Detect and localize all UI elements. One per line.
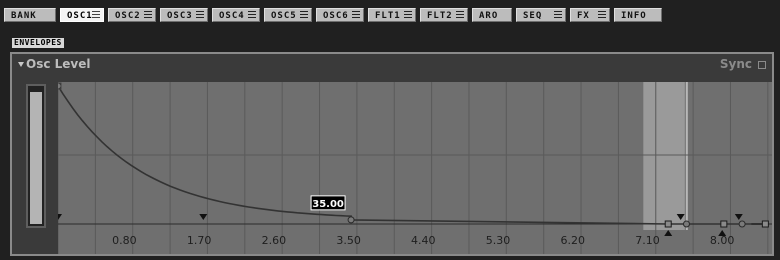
tab-osc3[interactable]: OSC3	[160, 8, 208, 22]
tab-label: OSC2	[115, 11, 141, 21]
tab-label: SEQ	[523, 11, 543, 21]
x-tick-label: 1.70	[187, 234, 212, 247]
tab-menu-icon[interactable]	[404, 11, 412, 20]
tab-menu-icon[interactable]	[554, 11, 562, 20]
level-slider-fill	[30, 92, 42, 224]
sync-checkbox[interactable]	[758, 61, 766, 69]
envelope-node-square[interactable]	[720, 220, 728, 228]
tab-menu-icon[interactable]	[92, 11, 100, 20]
x-tick-label: 7.10	[635, 234, 660, 247]
tab-label: OSC6	[323, 11, 349, 21]
envelope-graph[interactable]: 0.80 1.70 2.60 3.50 4.40 5.30 6.20 7.10 8.0035.0…	[58, 82, 772, 254]
tab-menu-icon[interactable]	[144, 11, 152, 20]
tab-label: OSC4	[219, 11, 245, 21]
panel-title: Osc Level	[26, 57, 91, 71]
envelope-node[interactable]	[738, 220, 746, 228]
tab-aro[interactable]: ARO	[472, 8, 512, 22]
tab-label: OSC1	[67, 11, 93, 21]
synth-envelope-editor: BANK OSC1 OSC2 OSC3 OSC4 OSC5 OSC6 FLT1 FLT2 ARO S…	[0, 0, 780, 260]
tab-menu-icon[interactable]	[598, 11, 606, 20]
x-tick-label: 3.50	[336, 234, 361, 247]
tab-label: ARO	[479, 11, 499, 21]
tab-menu-icon[interactable]	[196, 11, 204, 20]
collapse-arrow-icon[interactable]	[18, 62, 24, 67]
envelope-node[interactable]	[347, 216, 355, 224]
value-tag: 35.00	[312, 199, 344, 210]
envelope-panel: Osc Level Sync 0.80 1.70 2.60 3.50 4.40 5.30 6…	[10, 52, 774, 256]
tab-bank[interactable]: BANK	[4, 8, 56, 22]
tab-label: OSC3	[167, 11, 193, 21]
tab-label: BANK	[11, 11, 37, 21]
loop-region[interactable]	[643, 82, 685, 230]
envelope-end-node[interactable]	[761, 220, 769, 228]
x-tick-label: 0.80	[112, 234, 137, 247]
x-tick-label: 4.40	[411, 234, 436, 247]
tab-osc4[interactable]: OSC4	[212, 8, 260, 22]
tab-label: FX	[577, 11, 590, 21]
panel-header: Osc Level Sync	[12, 54, 772, 76]
tab-bar: BANK OSC1 OSC2 OSC3 OSC4 OSC5 OSC6 FLT1 FLT2 ARO S…	[4, 8, 776, 24]
tab-osc5[interactable]: OSC5	[264, 8, 312, 22]
tab-flt1[interactable]: FLT1	[368, 8, 416, 22]
tab-osc1[interactable]: OSC1	[60, 8, 104, 22]
tab-osc6[interactable]: OSC6	[316, 8, 364, 22]
tab-label: FLT2	[427, 11, 453, 21]
tab-menu-icon[interactable]	[300, 11, 308, 20]
tab-menu-icon[interactable]	[248, 11, 256, 20]
tab-flt2[interactable]: FLT2	[420, 8, 468, 22]
tab-osc2[interactable]: OSC2	[108, 8, 156, 22]
tab-menu-icon[interactable]	[456, 11, 464, 20]
sync-label: Sync	[719, 57, 752, 71]
tab-label: OSC5	[271, 11, 297, 21]
tab-info[interactable]: INFO	[614, 8, 662, 22]
tab-label: INFO	[621, 11, 647, 21]
envelope-node-square[interactable]	[664, 220, 672, 228]
tab-fx[interactable]: FX	[570, 8, 610, 22]
level-slider[interactable]	[26, 84, 46, 228]
section-label: ENVELOPES	[12, 38, 64, 48]
tab-label: FLT1	[375, 11, 401, 21]
x-tick-label: 2.60	[262, 234, 287, 247]
tab-menu-icon[interactable]	[352, 11, 360, 20]
envelope-node[interactable]	[682, 220, 690, 228]
x-tick-label: 6.20	[560, 234, 585, 247]
x-tick-label: 5.30	[486, 234, 511, 247]
tab-seq[interactable]: SEQ	[516, 8, 566, 22]
